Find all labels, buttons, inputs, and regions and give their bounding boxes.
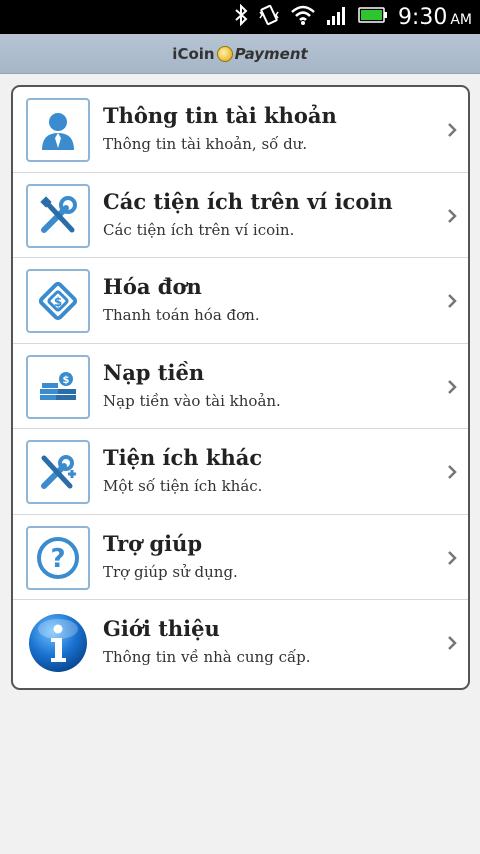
menu-item-bills[interactable]: $ Hóa đơn Thanh toán hóa đơn. xyxy=(13,258,468,344)
menu-item-subtitle: Nạp tiền vào tài khoản. xyxy=(103,391,281,410)
svg-text:?: ? xyxy=(50,544,65,574)
coins-icon: $ xyxy=(26,354,90,419)
menu-item-account-info[interactable]: Thông tin tài khoản Thông tin tài khoản,… xyxy=(13,87,468,173)
menu-item-top-up[interactable]: $ Nạp tiền Nạp tiền vào tài khoản. xyxy=(13,344,468,429)
menu-item-subtitle: Trợ giúp sử dụng. xyxy=(103,562,238,581)
bill-icon: $ xyxy=(26,269,90,333)
wifi-icon xyxy=(290,4,316,30)
chevron-right-icon xyxy=(446,549,458,571)
clock-ampm: AM xyxy=(450,11,472,28)
main-menu: Thông tin tài khoản Thông tin tài khoản,… xyxy=(11,85,470,690)
menu-item-subtitle: Thông tin tài khoản, số dư. xyxy=(103,135,308,153)
clock-time: 9:30 xyxy=(397,4,448,30)
app-header: iCoin Payment xyxy=(0,34,480,74)
menu-item-subtitle: Một số tiện ích khác. xyxy=(103,477,263,495)
menu-item-title: Trợ giúp xyxy=(103,530,203,556)
svg-text:$: $ xyxy=(63,375,70,386)
tools-icon xyxy=(26,183,90,248)
menu-item-other-utilities[interactable]: Tiện ích khác Một số tiện ích khác. xyxy=(13,429,468,515)
menu-item-subtitle: Thanh toán hóa đơn. xyxy=(103,306,260,324)
info-icon xyxy=(26,611,90,675)
user-icon xyxy=(26,98,90,162)
logo-text-icoin: iCoin xyxy=(172,44,215,63)
menu-item-subtitle: Các tiện ích trên ví icoin. xyxy=(103,220,295,239)
bluetooth-icon xyxy=(234,3,248,30)
chevron-right-icon xyxy=(446,292,458,314)
menu-item-about[interactable]: Giới thiệu Thông tin về nhà cung cấp. xyxy=(13,600,468,686)
logo-text-payment: Payment xyxy=(234,44,308,63)
chevron-right-icon xyxy=(446,121,458,143)
menu-item-subtitle: Thông tin về nhà cung cấp. xyxy=(103,648,311,666)
svg-text:$: $ xyxy=(54,295,62,309)
help-icon: ? xyxy=(26,525,90,590)
chevron-right-icon xyxy=(446,378,458,400)
menu-item-title: Các tiện ích trên ví icoin xyxy=(103,188,393,214)
chevron-right-icon xyxy=(446,463,458,485)
vibrate-icon xyxy=(258,4,280,30)
menu-item-title: Hóa đơn xyxy=(103,274,202,299)
chevron-right-icon xyxy=(446,207,458,229)
status-bar: 9:30 AM xyxy=(0,0,480,34)
menu-item-title: Giới thiệu xyxy=(103,616,220,641)
tools-plus-icon xyxy=(26,440,90,504)
coin-icon xyxy=(216,45,233,62)
chevron-right-icon xyxy=(446,634,458,656)
battery-icon xyxy=(358,5,388,29)
menu-item-title: Thông tin tài khoản xyxy=(103,103,337,128)
status-icons: 9:30 AM xyxy=(224,0,472,34)
signal-icon xyxy=(326,4,348,30)
menu-item-help[interactable]: ? Trợ giúp Trợ giúp sử dụng. xyxy=(13,515,468,600)
menu-item-wallet-utilities[interactable]: Các tiện ích trên ví icoin Các tiện ích … xyxy=(13,173,468,258)
menu-item-title: Tiện ích khác xyxy=(103,445,263,470)
app-logo: iCoin Payment xyxy=(172,45,307,63)
menu-item-title: Nạp tiền xyxy=(103,359,205,385)
